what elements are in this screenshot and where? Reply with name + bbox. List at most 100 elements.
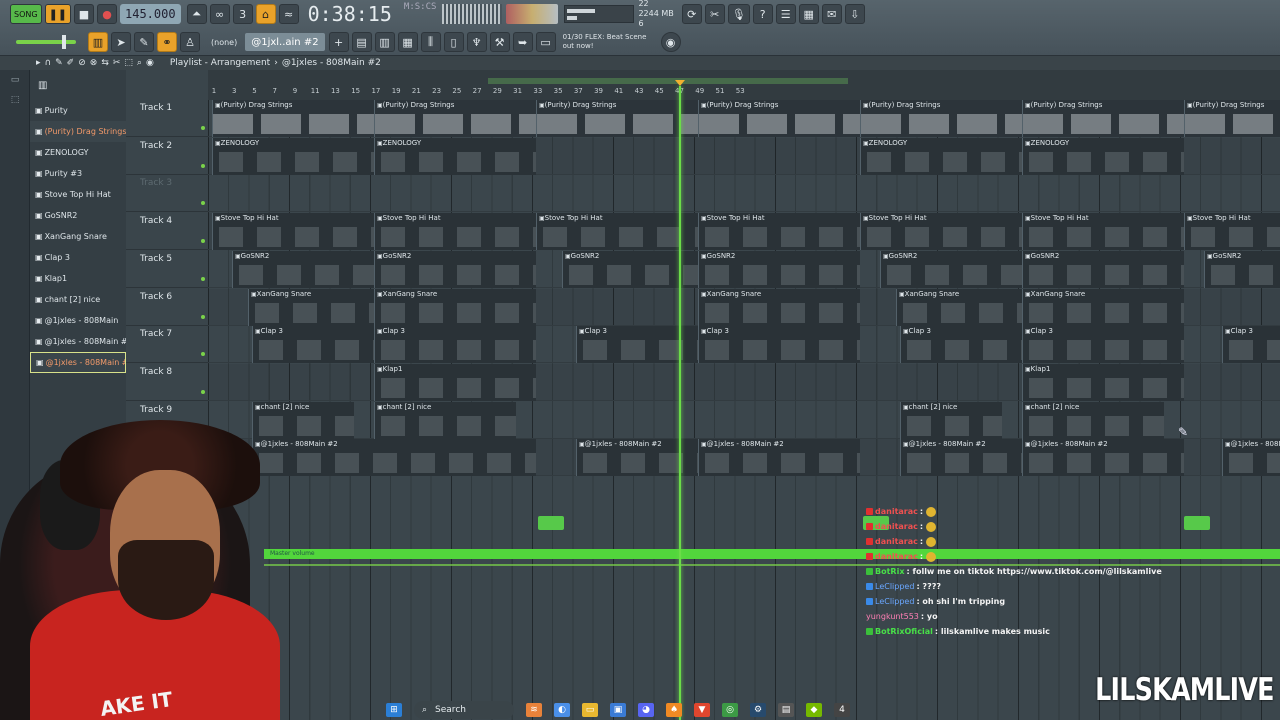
refresh-icon[interactable]: ⟳	[681, 4, 702, 24]
loop-marker[interactable]	[488, 78, 848, 84]
stamp-icon[interactable]: ♙	[180, 32, 200, 52]
taskbar-search[interactable]: ⌕ Search	[414, 701, 514, 719]
plugin-icon[interactable]: ♆	[466, 32, 487, 52]
add-pattern-icon[interactable]: +	[328, 32, 349, 52]
pattern-clip[interactable]: (Purity) Drag Strings	[1022, 100, 1184, 137]
picker-grid-icon[interactable]: ▥	[38, 80, 47, 91]
track-lane[interactable]: Stove Top Hi Hat Stove Top Hi Hat Stove To…	[208, 213, 1280, 251]
slice-icon[interactable]: ✂	[113, 58, 121, 68]
track-lane[interactable]: chant [2] nice chant [2] nice chant [2] ni…	[208, 401, 1280, 439]
track-mute-led[interactable]	[201, 126, 205, 130]
track-mute-led[interactable]	[201, 276, 205, 281]
track-lane[interactable]: @1jxles - 808Main #2 @1jxles - 808Main #2…	[208, 439, 1280, 477]
pattern-clip[interactable]: @1jxles - 808Main #2	[1222, 439, 1280, 477]
picker-item[interactable]: ▣ ZENOLOGY	[30, 142, 126, 163]
pattern-clip[interactable]: ZENOLOGY	[860, 137, 1022, 175]
pattern-clip[interactable]: GoSNR2	[698, 250, 860, 288]
piano-roll-icon[interactable]: ▥	[374, 32, 395, 52]
pencil-icon[interactable]: ✎	[134, 32, 154, 52]
picker-item[interactable]: ▣ @1jxles - 808Main #2	[30, 352, 126, 373]
track-lane[interactable]: Klap1 Klap1	[208, 363, 1280, 401]
link-icon[interactable]: ⚭	[157, 32, 177, 52]
track-lane[interactable]: ZENOLOGY ZENOLOGY ZENOLOGY ZENOLOGY	[208, 137, 1280, 175]
pattern-clip[interactable]: GoSNR2	[232, 250, 374, 288]
wrench-icon[interactable]: ⚒	[489, 32, 510, 52]
mute-icon[interactable]: ⊗	[90, 58, 98, 68]
master-volume-slider[interactable]	[16, 35, 76, 49]
countdown-icon[interactable]: 3	[232, 4, 253, 24]
slip-icon[interactable]: ⇆	[101, 58, 109, 68]
news-icon[interactable]: ◉	[660, 32, 681, 52]
pattern-clip[interactable]: @1jxles - 808Main #2	[900, 439, 1022, 477]
channel-rack-icon[interactable]: ▦	[798, 4, 819, 24]
loop-region[interactable]	[208, 78, 1280, 86]
paint-icon[interactable]: ✐	[67, 58, 75, 68]
pattern-clip[interactable]: GoSNR2	[880, 250, 1022, 288]
pattern-clip[interactable]: @1jxles - 808Main #2	[252, 439, 536, 477]
tempo-display[interactable]: 145.000	[120, 4, 181, 24]
doc-icon[interactable]: ▭	[535, 32, 556, 52]
track-mute-led[interactable]	[201, 314, 205, 319]
pattern-clip[interactable]: Clap 3	[1022, 326, 1184, 364]
picker-item[interactable]: ▣ Clap 3	[30, 247, 126, 268]
pattern-clip[interactable]: XanGang Snare	[374, 288, 536, 326]
pattern-clip[interactable]: GoSNR2	[1022, 250, 1184, 288]
pattern-selector[interactable]: @1jxl..ain #2	[245, 33, 325, 51]
track-mute-led[interactable]	[201, 389, 205, 394]
pattern-clip[interactable]: @1jxles - 808Main #2	[698, 439, 860, 477]
track-header[interactable]: Track 8	[126, 364, 208, 401]
pattern-clip[interactable]: Stove Top Hi Hat	[374, 213, 536, 251]
pattern-clip[interactable]: ZENOLOGY	[374, 137, 536, 175]
zoom-icon[interactable]: ⌕	[137, 58, 142, 68]
pattern-clip[interactable]: (Purity) Drag Strings	[374, 100, 536, 137]
mixer-icon[interactable]: ☰	[775, 4, 796, 24]
arrow-right-icon[interactable]: ▸	[36, 58, 41, 68]
fourk-icon[interactable]: 4	[834, 703, 850, 717]
send-icon[interactable]: ➥	[512, 32, 533, 52]
playback-icon[interactable]: ◉	[146, 58, 154, 68]
pattern-clip[interactable]: chant [2] nice	[1022, 401, 1164, 439]
store-icon[interactable]: ▣	[610, 703, 626, 717]
discord-icon[interactable]: ◕	[638, 703, 654, 717]
brave-icon[interactable]: ▼	[694, 703, 710, 717]
snap-icon[interactable]: ▥	[88, 32, 108, 52]
magnet-icon[interactable]: ∩	[45, 58, 52, 68]
pattern-clip[interactable]: Clap 3	[1222, 326, 1280, 364]
pattern-clip[interactable]: Stove Top Hi Hat	[860, 213, 1022, 251]
pattern-clip[interactable]: Clap 3	[252, 326, 374, 364]
stop-button[interactable]: ■	[74, 4, 94, 24]
pattern-clip[interactable]: GoSNR2	[374, 250, 536, 288]
pattern-clip[interactable]: Stove Top Hi Hat	[1022, 213, 1184, 251]
pattern-clip[interactable]: Clap 3	[900, 326, 1022, 364]
pattern-clip[interactable]: Klap1	[374, 363, 536, 401]
track-header[interactable]: Track 6	[126, 289, 208, 326]
blend-icon[interactable]: ≈	[278, 4, 299, 24]
track-lane[interactable]: XanGang Snare XanGang Snare XanGang Snare X…	[208, 288, 1280, 326]
track-lane[interactable]: Clap 3 Clap 3 Clap 3 Clap 3 Clap 3 Clap 3 Clap…	[208, 326, 1280, 364]
playlist-icon[interactable]: ▤	[351, 32, 372, 52]
pattern-clip[interactable]: Clap 3	[374, 326, 536, 364]
track-lane[interactable]: (Purity) Drag Strings (Purity) Drag Strin…	[208, 100, 1280, 137]
pattern-clip[interactable]: Stove Top Hi Hat	[1184, 213, 1280, 251]
automation-clip[interactable]	[538, 516, 564, 530]
track-mute-led[interactable]	[201, 352, 205, 357]
track-header[interactable]: Track 1	[126, 100, 208, 137]
playhead[interactable]	[675, 80, 685, 720]
pattern-clip[interactable]: chant [2] nice	[900, 401, 1002, 439]
picker-item[interactable]: ▣ chant [2] nice	[30, 289, 126, 310]
pattern-clip[interactable]: (Purity) Drag Strings	[1184, 100, 1280, 137]
track-mute-led[interactable]	[201, 239, 205, 244]
record-button[interactable]: ●	[97, 4, 117, 24]
metronome-icon[interactable]: ⏶	[186, 4, 207, 24]
picker-item[interactable]: ▣ Purity #3	[30, 163, 126, 184]
picker-item[interactable]: ▣ @1jxles - 808Main	[30, 310, 126, 331]
browser-folder-icon[interactable]: ⬚	[0, 90, 30, 110]
chrome-icon[interactable]: ◎	[722, 703, 738, 717]
track-header[interactable]: Track 5	[126, 251, 208, 288]
channel-icon[interactable]: ▦	[397, 32, 418, 52]
track-mute-led[interactable]	[201, 163, 205, 168]
playlist-titlebar[interactable]: ▸ ∩ ✎ ✐ ⊘ ⊗ ⇆ ✂ ⬚ ⌕ ◉ Playlist - Arrange…	[0, 56, 1280, 70]
wait-icon[interactable]: ∞	[209, 4, 230, 24]
file-explorer-icon[interactable]: ▭	[582, 703, 598, 717]
help-icon[interactable]: ?	[752, 4, 773, 24]
